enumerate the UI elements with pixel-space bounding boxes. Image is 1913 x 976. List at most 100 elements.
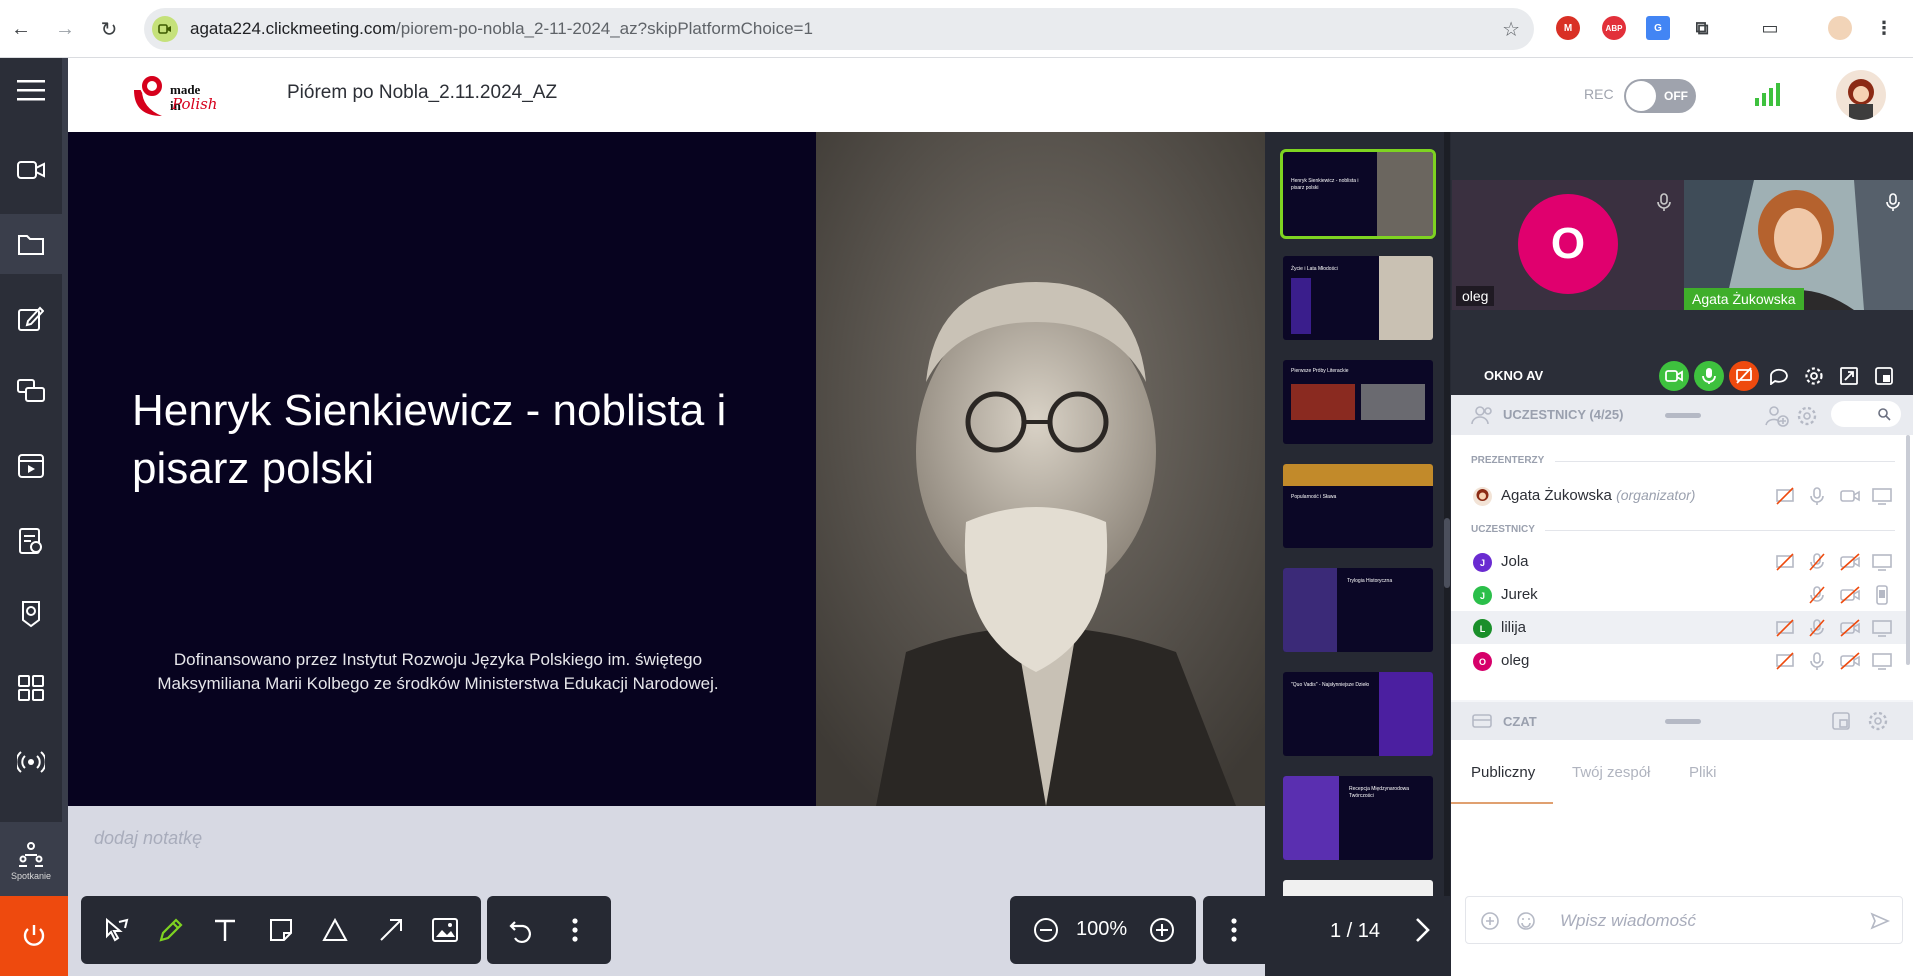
thumbnail-slide-6[interactable]: "Quo Vadis" - Najsłynniejsze Dzieło xyxy=(1283,672,1433,756)
sidebar-test-icon[interactable] xyxy=(0,584,62,644)
screenshare-off-button[interactable] xyxy=(1729,361,1759,391)
screenshare-disabled-icon[interactable] xyxy=(1775,651,1795,671)
participants-scrollbar[interactable] xyxy=(1906,435,1910,665)
video-tile-agata[interactable]: Agata Żukowska xyxy=(1684,180,1913,310)
camera-off-icon[interactable] xyxy=(1839,585,1860,605)
camera-off-icon[interactable] xyxy=(1839,552,1860,572)
page-menu-icon[interactable] xyxy=(1214,910,1254,950)
image-tool-icon[interactable] xyxy=(425,910,465,950)
connection-signal-icon[interactable] xyxy=(1755,82,1781,106)
chat-resize-grip[interactable] xyxy=(1665,719,1701,724)
participant-row-presenter[interactable]: Agata Żukowska (organizator) xyxy=(1451,479,1906,512)
text-tool-icon[interactable] xyxy=(205,910,245,950)
mic-muted-icon[interactable] xyxy=(1807,618,1827,638)
back-icon[interactable]: ← xyxy=(6,14,36,44)
thumbnail-slide-5[interactable]: Trylogia Historyczna xyxy=(1283,568,1433,652)
thumbnail-slide-3[interactable]: Pierwsze Próby Literackie xyxy=(1283,360,1433,444)
chat-message-input[interactable]: Wpisz wiadomość xyxy=(1465,896,1903,944)
adblock-extension-icon[interactable]: ABP xyxy=(1602,16,1626,40)
menu-icon[interactable] xyxy=(0,60,62,120)
participant-row-jola[interactable]: J Jola xyxy=(1451,545,1906,578)
pen-tool-icon[interactable] xyxy=(151,910,191,950)
popout-icon[interactable] xyxy=(1869,361,1899,391)
camera-icon[interactable] xyxy=(1839,486,1860,506)
thumbnail-slide-8[interactable] xyxy=(1283,880,1433,896)
gmail-extension-icon[interactable]: M xyxy=(1556,16,1580,40)
thumbnail-slide-1[interactable]: Henryk Sienkiewicz - noblista i pisarz p… xyxy=(1280,149,1436,239)
sidebar-whiteboard-icon[interactable] xyxy=(0,288,62,348)
zoom-in-icon[interactable] xyxy=(1142,910,1182,950)
chat-header[interactable]: CZAT xyxy=(1451,702,1913,740)
sidebar-apps-icon[interactable] xyxy=(0,658,62,718)
participants-settings-icon[interactable] xyxy=(1796,405,1818,427)
participants-resize-grip[interactable] xyxy=(1665,413,1701,418)
address-bar[interactable]: agata224.clickmeeting.com/piorem-po-nobl… xyxy=(144,8,1534,50)
thumbnail-slide-4[interactable]: Popularność i Sława xyxy=(1283,464,1433,548)
screen-icon[interactable] xyxy=(1871,552,1892,572)
fullscreen-icon[interactable] xyxy=(1834,361,1864,391)
chat-settings-icon[interactable] xyxy=(1867,710,1889,732)
chat-tab-files[interactable]: Pliki xyxy=(1689,764,1717,781)
chat-tab-team[interactable]: Twój zespół xyxy=(1572,764,1650,781)
camera-on-button[interactable] xyxy=(1659,361,1689,391)
undo-icon[interactable] xyxy=(501,910,541,950)
screenshare-disabled-icon[interactable] xyxy=(1775,552,1795,572)
sidebar-broadcast-icon[interactable] xyxy=(0,732,62,792)
chrome-menu-icon[interactable]: ⋮ xyxy=(1872,16,1896,40)
participants-search-input[interactable] xyxy=(1831,401,1901,427)
arrow-tool-icon[interactable] xyxy=(371,910,411,950)
thumbnails-scrollbar-thumb[interactable] xyxy=(1444,518,1450,588)
participants-header[interactable]: UCZESTNICY (4/25) xyxy=(1451,395,1913,435)
add-participant-icon[interactable] xyxy=(1765,405,1789,427)
shape-tool-icon[interactable] xyxy=(315,910,355,950)
chat-popout-icon[interactable] xyxy=(1831,711,1851,731)
sidebar-files-icon[interactable] xyxy=(0,214,62,274)
mic-on-button[interactable] xyxy=(1694,361,1724,391)
user-avatar[interactable] xyxy=(1836,70,1886,120)
participant-row-oleg[interactable]: O oleg xyxy=(1451,644,1906,677)
sticky-note-tool-icon[interactable] xyxy=(261,910,301,950)
next-page-icon[interactable] xyxy=(1402,910,1442,950)
video-tile-oleg[interactable]: O oleg xyxy=(1452,180,1684,310)
bookmark-star-icon[interactable]: ☆ xyxy=(1502,17,1520,42)
more-tools-icon[interactable] xyxy=(555,910,595,950)
sidebar-survey-icon[interactable] xyxy=(0,510,62,570)
site-info-icon[interactable] xyxy=(152,16,178,42)
mobile-device-icon[interactable] xyxy=(1871,585,1891,605)
extensions-puzzle-icon[interactable]: ⧉ xyxy=(1690,16,1714,40)
sidebar-meeting-item[interactable]: Spotkanie xyxy=(0,822,62,900)
emoji-icon[interactable] xyxy=(1516,911,1536,931)
translate-extension-icon[interactable]: G xyxy=(1646,16,1670,40)
sidebar-video-icon[interactable] xyxy=(0,436,62,496)
screenshare-disabled-icon[interactable] xyxy=(1775,486,1795,506)
mic-muted-icon[interactable] xyxy=(1807,585,1827,605)
mic-icon[interactable] xyxy=(1807,486,1827,506)
rec-toggle[interactable]: OFF xyxy=(1624,79,1696,113)
camera-off-icon[interactable] xyxy=(1839,618,1860,638)
sidebar-screenshare-icon[interactable] xyxy=(0,362,62,422)
send-icon[interactable] xyxy=(1870,911,1890,931)
zoom-out-icon[interactable] xyxy=(1026,910,1066,950)
sidebar-camera-icon[interactable] xyxy=(0,140,62,200)
thumbnails-scrollbar[interactable] xyxy=(1444,132,1450,896)
cursor-tool-icon[interactable] xyxy=(95,910,135,950)
participant-row-jurek[interactable]: J Jurek xyxy=(1451,578,1906,611)
presentation-stage[interactable]: Henryk Sienkiewicz - noblista i pisarz p… xyxy=(68,132,1265,806)
reload-icon[interactable]: ↻ xyxy=(94,14,124,44)
participant-row-lilija[interactable]: L lilija xyxy=(1451,611,1906,644)
leave-meeting-button[interactable] xyxy=(0,896,68,976)
chat-bubble-icon[interactable] xyxy=(1764,361,1794,391)
forward-icon[interactable]: → xyxy=(50,14,80,44)
mic-muted-icon[interactable] xyxy=(1807,552,1827,572)
chat-attach-icon[interactable] xyxy=(1480,911,1500,931)
profile-avatar-icon[interactable] xyxy=(1828,16,1852,40)
screen-icon[interactable] xyxy=(1871,618,1892,638)
screen-icon[interactable] xyxy=(1871,486,1892,506)
reading-list-icon[interactable]: ▭ xyxy=(1758,16,1782,40)
thumbnail-slide-7[interactable]: Recepcja Międzynarodowa Twórczości xyxy=(1283,776,1433,860)
camera-off-icon[interactable] xyxy=(1839,651,1860,671)
screenshare-disabled-icon[interactable] xyxy=(1775,618,1795,638)
screen-icon[interactable] xyxy=(1871,651,1892,671)
thumbnail-slide-2[interactable]: Życie i Lata Młodości xyxy=(1283,256,1433,340)
av-settings-gear-icon[interactable] xyxy=(1799,361,1829,391)
